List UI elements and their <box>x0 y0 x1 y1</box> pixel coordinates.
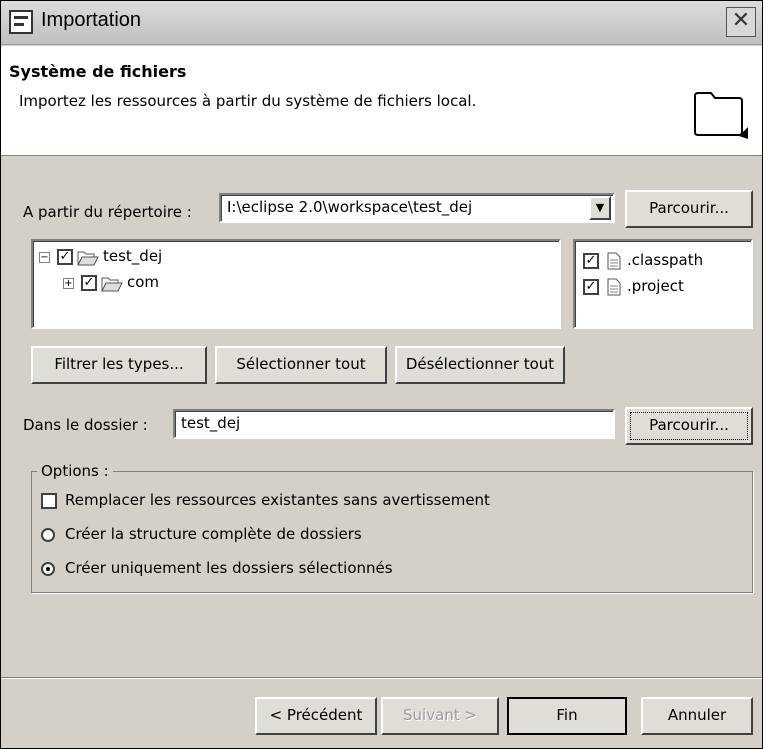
deselect-all-button[interactable]: Désélectionner tout <box>395 346 565 384</box>
folder-icon <box>694 92 748 139</box>
import-dialog: Importation ✕ Système de fichiers Import… <box>0 0 763 749</box>
tree-label-test-dej: test_dej <box>103 247 163 265</box>
file-list[interactable]: ✓ .classpath ✓ .project <box>573 239 753 329</box>
tree-checkbox-com[interactable]: ✓ <box>81 275 97 291</box>
close-icon: ✕ <box>731 8 751 33</box>
chevron-down-icon[interactable]: ▼ <box>589 196 611 220</box>
overwrite-label: Remplacer les ressources existantes sans… <box>65 491 490 509</box>
file-icon <box>607 278 621 296</box>
title-bar[interactable]: Importation ✕ <box>1 1 762 45</box>
destination-folder-value: test_dej <box>181 414 241 432</box>
source-directory-label: A partir du répertoire : <box>23 203 192 221</box>
folder-tree[interactable]: − ✓ test_dej + ✓ com <box>31 239 561 329</box>
cancel-button[interactable]: Annuler <box>641 697 753 735</box>
close-button[interactable]: ✕ <box>726 7 756 37</box>
tree-checkbox-test-dej[interactable]: ✓ <box>57 249 73 265</box>
open-folder-icon <box>77 251 99 266</box>
overwrite-checkbox[interactable] <box>41 493 57 509</box>
page-description: Importez les ressources à partir du syst… <box>19 92 477 110</box>
window-title: Importation <box>41 9 142 31</box>
back-button[interactable]: < Précédent <box>255 697 377 735</box>
filter-types-button[interactable]: Filtrer les types... <box>31 346 207 384</box>
selected-only-radio[interactable] <box>41 562 55 576</box>
file-checkbox-classpath[interactable]: ✓ <box>583 253 599 269</box>
page-title: Système de fichiers <box>9 62 187 81</box>
next-button[interactable]: Suivant > <box>381 697 499 735</box>
destination-folder-label: Dans le dossier : <box>23 416 148 434</box>
file-icon <box>607 252 621 270</box>
full-structure-label: Créer la structure complète de dossiers <box>65 525 362 543</box>
file-item-project[interactable]: ✓ .project <box>583 277 743 299</box>
source-directory-value: I:\eclipse 2.0\workspace\test_dej <box>227 198 473 216</box>
tree-item-com[interactable]: + ✓ com <box>63 273 263 295</box>
tree-item-test-dej[interactable]: − ✓ test_dej <box>39 247 239 269</box>
source-directory-combo[interactable]: I:\eclipse 2.0\workspace\test_dej ▼ <box>219 193 615 223</box>
file-label-classpath: .classpath <box>627 251 704 269</box>
tree-label-com: com <box>127 273 160 291</box>
options-legend: Options : <box>37 462 113 480</box>
select-all-button[interactable]: Sélectionner tout <box>215 346 387 384</box>
eclipse-window-icon <box>9 10 33 34</box>
full-structure-radio[interactable] <box>41 528 55 542</box>
expand-icon[interactable]: + <box>63 278 74 289</box>
wizard-header: Système de fichiers Importez les ressour… <box>1 46 762 156</box>
file-checkbox-project[interactable]: ✓ <box>583 279 599 295</box>
finish-button[interactable]: Fin <box>507 697 627 735</box>
file-label-project: .project <box>627 277 684 295</box>
destination-folder-input[interactable]: test_dej <box>173 409 615 439</box>
destination-browse-button[interactable]: Parcourir... <box>625 407 753 445</box>
footer-separator <box>1 677 762 679</box>
file-item-classpath[interactable]: ✓ .classpath <box>583 251 743 273</box>
source-browse-button[interactable]: Parcourir... <box>625 190 753 228</box>
open-folder-icon <box>101 277 123 292</box>
selected-only-label: Créer uniquement les dossiers sélectionn… <box>65 559 393 577</box>
collapse-icon[interactable]: − <box>39 252 50 263</box>
